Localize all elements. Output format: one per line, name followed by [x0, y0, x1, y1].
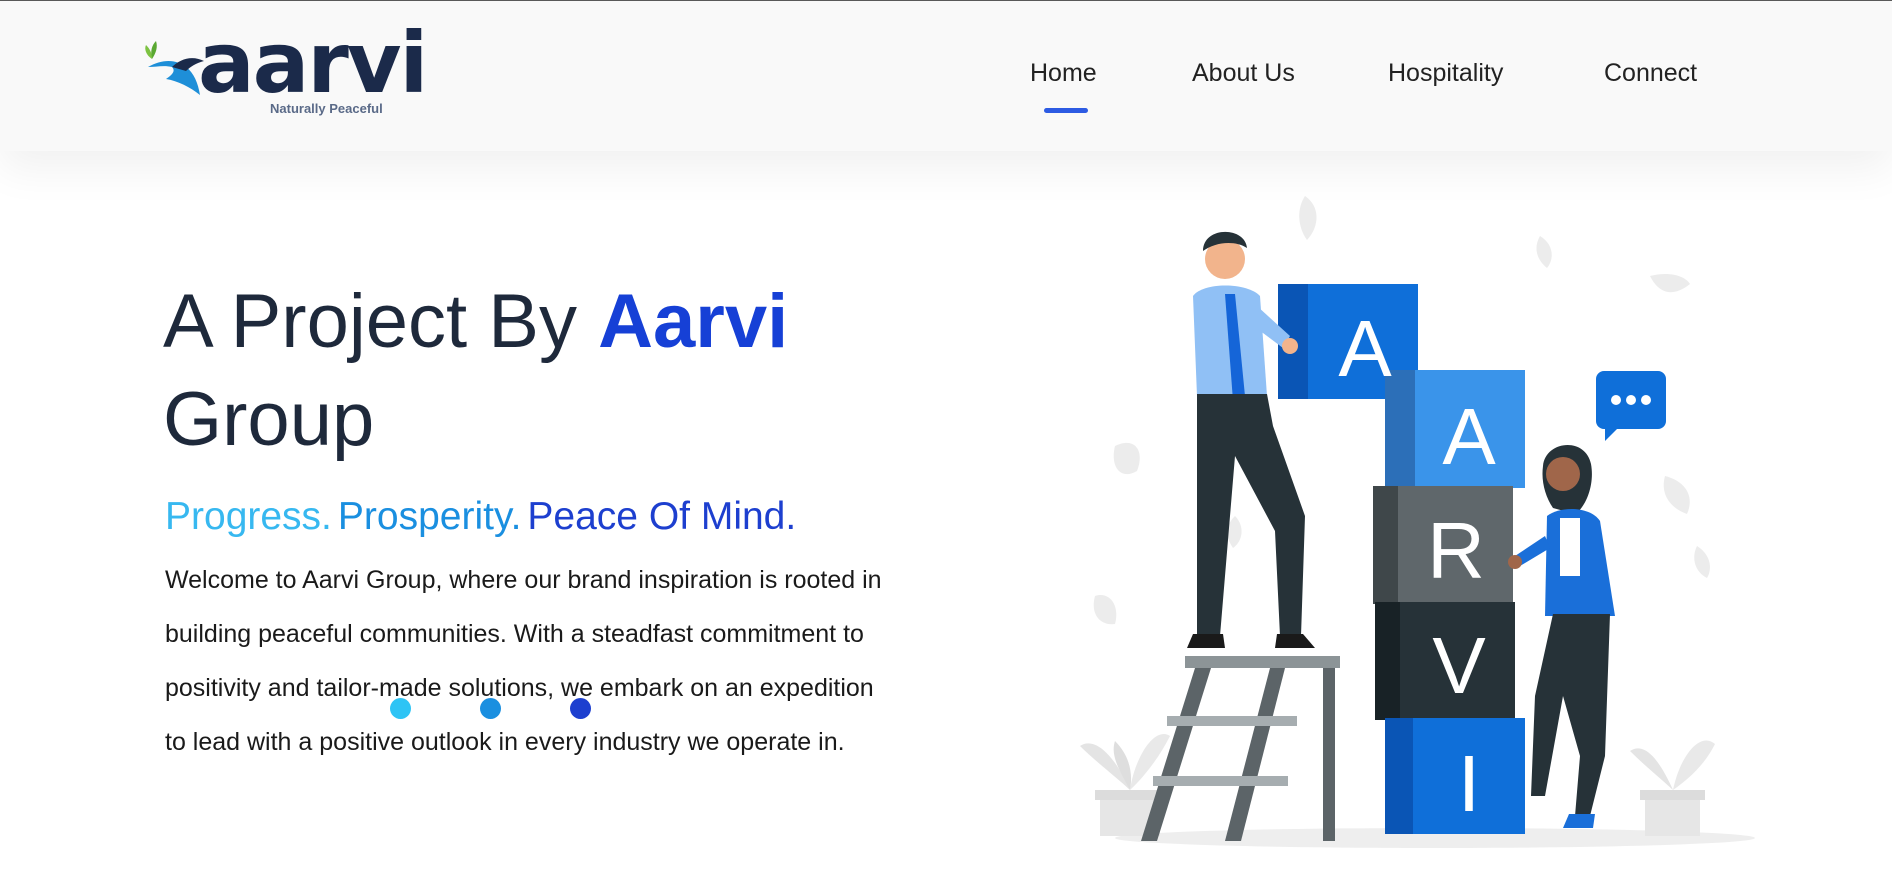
logo-wordmark: aarvi: [198, 14, 428, 112]
nav-active-indicator: [1044, 108, 1088, 113]
site-header: aarvi Naturally Peaceful Home About Us H…: [0, 1, 1892, 151]
tagline-peace: Peace Of Mind.: [527, 495, 797, 538]
logo-tagline: Naturally Peaceful: [270, 101, 383, 116]
nav-home[interactable]: Home: [1030, 59, 1097, 88]
hero-title-brand: Aarvi: [598, 279, 789, 364]
carousel-dot-2[interactable]: [480, 698, 501, 719]
nav-connect[interactable]: Connect: [1604, 59, 1697, 88]
carousel-dots: [390, 698, 600, 720]
nav-about-us[interactable]: About Us: [1192, 59, 1295, 88]
hero-illustration: A A R V I: [1080, 196, 1755, 848]
letter-blocks: A A R V I: [1278, 284, 1525, 834]
tagline-progress: Progress.: [165, 495, 332, 538]
block-letter-r: R: [1427, 506, 1485, 595]
hero-title-suffix: Group: [163, 377, 375, 462]
carousel-dot-3[interactable]: [570, 698, 591, 719]
hero-title-prefix: A Project By: [163, 279, 577, 364]
block-letter-a2: A: [1442, 392, 1496, 481]
hero-intro-text: Welcome to Aarvi Group, where our brand …: [165, 566, 882, 756]
tagline-prosperity: Prosperity.: [337, 495, 522, 538]
aarvi-logo[interactable]: aarvi Naturally Peaceful: [142, 21, 428, 121]
nav-hospitality[interactable]: Hospitality: [1388, 59, 1503, 88]
ladder: [1141, 656, 1340, 841]
chat-bubble-icon: [1596, 371, 1666, 441]
carousel-dot-1[interactable]: [390, 698, 411, 719]
block-letter-i: I: [1458, 739, 1480, 828]
block-letter-v: V: [1432, 621, 1486, 710]
hero-tagline: Progress. Prosperity. Peace Of Mind.: [165, 495, 802, 539]
block-letter-a1: A: [1338, 304, 1392, 393]
hero-title: A Project By Aarvi Group: [163, 273, 923, 469]
